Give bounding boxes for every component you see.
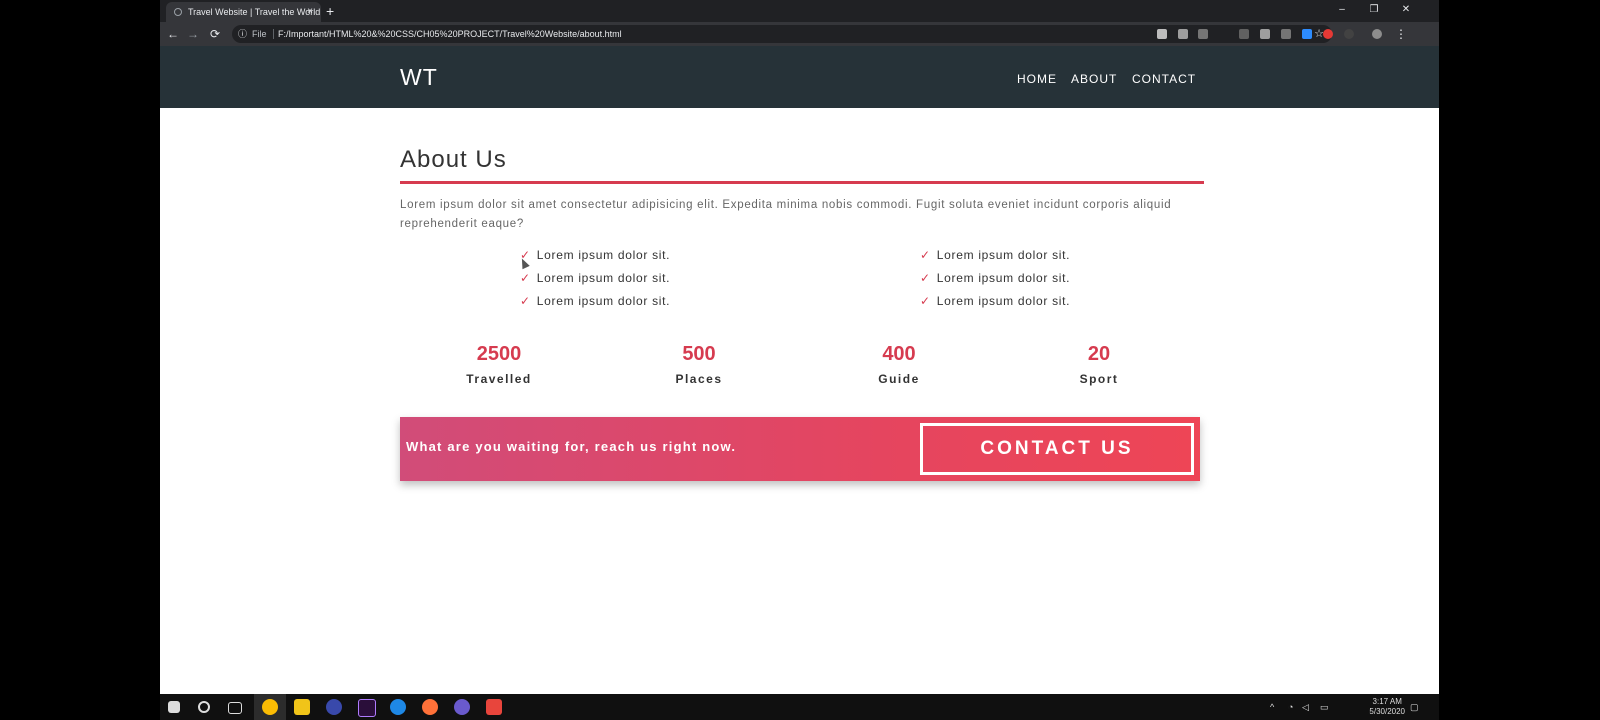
stat-label: Sport (1079, 372, 1119, 386)
stat-sport: 20 Sport (1019, 342, 1179, 386)
extension-icon[interactable] (1178, 29, 1188, 39)
browser-tab[interactable]: Travel Website | Travel the World × (166, 2, 321, 22)
extension-icon[interactable] (1239, 29, 1249, 39)
browser-menu-icon[interactable]: ⋮ (1392, 22, 1410, 46)
clock[interactable]: 3:17 AM 5/30/2020 (1369, 697, 1405, 717)
stat-travelled: 2500 Travelled (419, 342, 579, 386)
back-button[interactable]: ← (164, 22, 182, 46)
tab-title: Travel Website | Travel the World (188, 7, 321, 17)
url-field[interactable]: ⓘ File F:/Important/HTML%20&%20CSS/CH05%… (232, 25, 1332, 43)
stat-label: Travelled (466, 372, 532, 386)
extension-icon[interactable] (1323, 29, 1333, 39)
clock-date: 5/30/2020 (1369, 707, 1405, 716)
close-window-button[interactable]: ✕ (1391, 0, 1421, 20)
stat-label: Guide (878, 372, 920, 386)
nav-contact[interactable]: CONTACT (1132, 72, 1196, 86)
taskbar: ^ ◔ ◁ ▭ 3:17 AM 5/30/2020 ▢ (160, 694, 1439, 720)
app-icon[interactable] (486, 699, 502, 715)
checklist-text: Lorem ipsum dolor sit. (936, 248, 1071, 262)
tray-chevron-icon[interactable]: ^ (1270, 694, 1274, 720)
checklist-item: ✓ Lorem ipsum dolor sit. (920, 248, 1070, 262)
volume-icon[interactable]: ◁ (1302, 694, 1309, 720)
check-icon: ✓ (520, 294, 531, 308)
contact-us-button[interactable]: CONTACT US (920, 423, 1194, 475)
app-icon[interactable] (326, 699, 342, 715)
title-underline (400, 181, 1204, 184)
extension-icon[interactable] (1260, 29, 1270, 39)
stat-guide: 400 Guide (819, 342, 979, 386)
premiere-icon[interactable] (358, 699, 376, 717)
globe-icon (174, 8, 182, 16)
clock-time: 3:17 AM (1372, 697, 1402, 706)
edge-icon[interactable] (390, 699, 406, 715)
tab-close-icon[interactable]: × (307, 2, 313, 22)
extension-icon[interactable] (1157, 29, 1167, 39)
profile-avatar[interactable] (1372, 29, 1382, 39)
url-scheme-label: File (252, 29, 267, 39)
zoom-icon[interactable] (1302, 29, 1312, 39)
nav-home[interactable]: HOME (1017, 72, 1057, 86)
page-title: About Us (400, 146, 507, 173)
stat-number: 400 (882, 343, 916, 365)
site-header: WT HOME ABOUT CONTACT (160, 46, 1439, 108)
cta-banner: What are you waiting for, reach us right… (400, 417, 1200, 481)
url-text[interactable]: F:/Important/HTML%20&%20CSS/CH05%20PROJE… (278, 25, 622, 43)
site-logo[interactable]: WT (400, 64, 438, 91)
intro-paragraph: Lorem ipsum dolor sit amet consectetur a… (400, 199, 1172, 230)
browser-window: Travel Website | Travel the World × + – … (160, 0, 1439, 720)
checklist-item: ✓ Lorem ipsum dolor sit. (520, 248, 670, 262)
extension-icon[interactable] (1344, 29, 1354, 39)
task-view-icon[interactable] (228, 702, 242, 714)
checklist-item: ✓ Lorem ipsum dolor sit. (520, 271, 670, 285)
check-icon: ✓ (920, 294, 931, 308)
checklist-text: Lorem ipsum dolor sit. (536, 248, 671, 262)
forward-button[interactable]: → (184, 22, 202, 46)
stat-number: 20 (1087, 343, 1111, 365)
notification-icon[interactable]: ▢ (1410, 694, 1419, 720)
checklist-text: Lorem ipsum dolor sit. (536, 294, 671, 308)
checklist-text: Lorem ipsum dolor sit. (936, 294, 1071, 308)
download-icon[interactable] (1281, 29, 1291, 39)
search-icon[interactable] (198, 701, 210, 713)
cta-text: What are you waiting for, reach us right… (406, 439, 737, 454)
nav-about[interactable]: ABOUT (1071, 72, 1117, 86)
url-separator (273, 29, 274, 39)
check-icon: ✓ (920, 271, 931, 285)
file-explorer-icon[interactable] (294, 699, 310, 715)
new-tab-button[interactable]: + (326, 0, 334, 22)
address-bar: ← → ⟳ ⓘ File F:/Important/HTML%20&%20CSS… (160, 22, 1439, 46)
info-icon[interactable]: ⓘ (238, 25, 247, 43)
keyboard-icon[interactable]: ▭ (1320, 694, 1329, 720)
windows-start-icon[interactable] (168, 701, 180, 713)
tab-bar: Travel Website | Travel the World × + – … (160, 0, 1439, 22)
firefox-icon[interactable] (422, 699, 438, 715)
checklist-item: ✓ Lorem ipsum dolor sit. (920, 271, 1070, 285)
stat-places: 500 Places (619, 342, 779, 386)
stat-number: 2500 (476, 343, 522, 365)
check-icon: ✓ (520, 271, 531, 285)
extension-icon[interactable] (1198, 29, 1208, 39)
restore-button[interactable]: ❐ (1359, 0, 1389, 20)
stat-label: Places (675, 372, 723, 386)
checklist-text: Lorem ipsum dolor sit. (536, 271, 671, 285)
check-icon: ✓ (920, 248, 931, 262)
stat-number: 500 (682, 343, 716, 365)
checklist-text: Lorem ipsum dolor sit. (936, 271, 1071, 285)
checklist-item: ✓ Lorem ipsum dolor sit. (920, 294, 1070, 308)
network-icon[interactable]: ◔ (1288, 694, 1293, 720)
minimize-button[interactable]: – (1327, 0, 1357, 20)
checklist-item: ✓ Lorem ipsum dolor sit. (520, 294, 670, 308)
chrome-icon[interactable] (262, 699, 278, 715)
app-icon[interactable] (454, 699, 470, 715)
reload-button[interactable]: ⟳ (206, 22, 224, 46)
